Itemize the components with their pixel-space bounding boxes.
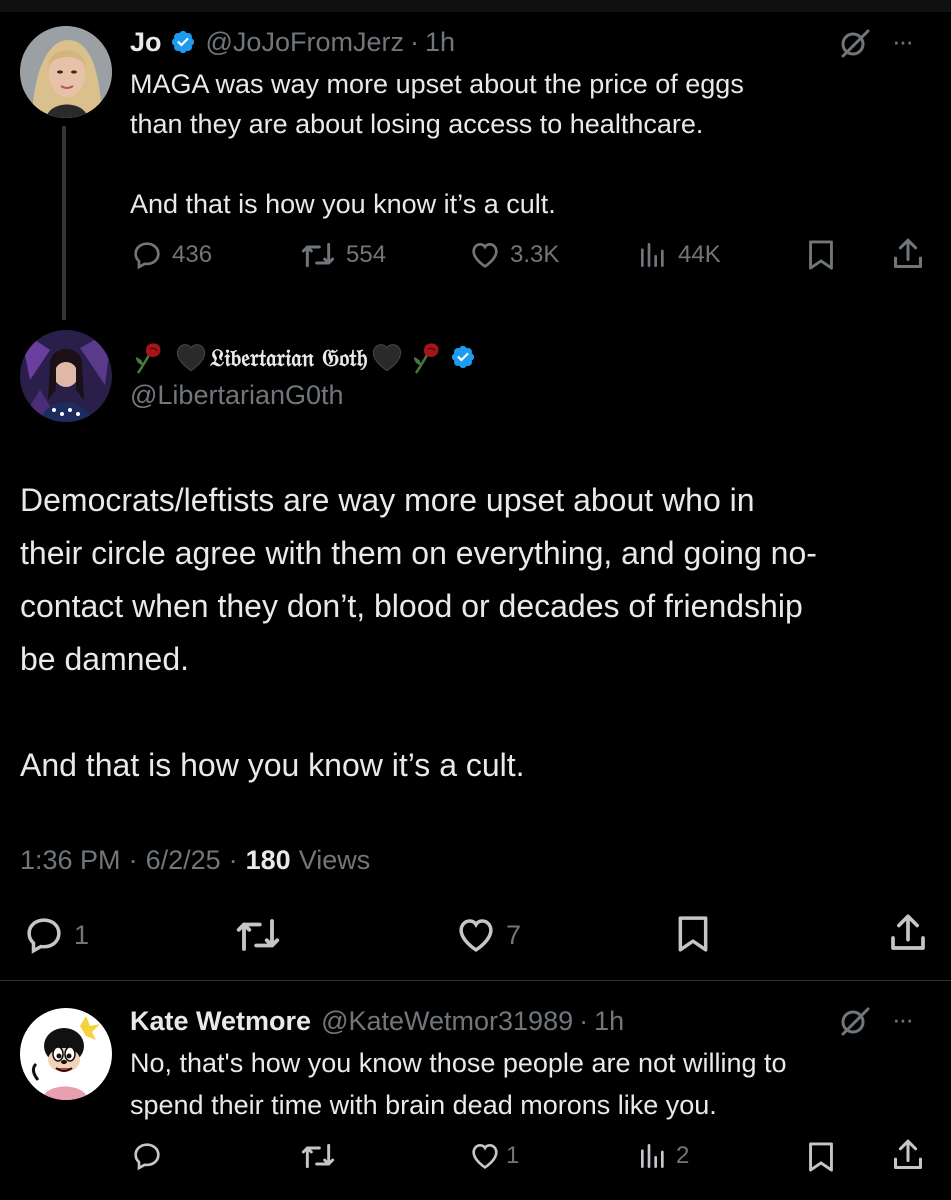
- black-heart-icon: [174, 342, 208, 372]
- views-icon: [636, 1140, 670, 1172]
- heart-icon: [454, 914, 498, 956]
- heart-icon: [468, 1140, 502, 1172]
- views-label[interactable]: Views: [299, 845, 371, 876]
- share-button[interactable]: [888, 910, 928, 956]
- like-count: 3.3K: [510, 241, 560, 268]
- repost-icon: [298, 239, 338, 271]
- reply-icon: [130, 1140, 164, 1172]
- timestamp[interactable]: 1h: [594, 1006, 624, 1037]
- author-handle[interactable]: @LibertarianG0th: [130, 380, 344, 411]
- tweet-text-line: And that is how you know it’s a cult.: [130, 189, 556, 219]
- share-icon: [891, 914, 925, 950]
- reply-button[interactable]: [130, 1140, 164, 1172]
- bookmark-icon: [678, 916, 708, 952]
- timestamp[interactable]: 1h: [425, 27, 455, 58]
- tweet-text-line: their circle agree with them on everythi…: [20, 535, 817, 571]
- avatar-libertarian-goth[interactable]: [20, 330, 112, 422]
- author-handle[interactable]: @JoJoFromJerz: [206, 27, 404, 58]
- heart-icon: [468, 239, 502, 271]
- bookmark-button[interactable]: [805, 238, 837, 272]
- separator-dot: ·: [579, 1005, 589, 1036]
- repost-count: 554: [346, 241, 387, 268]
- author-name[interactable]: Kate Wetmore: [130, 1006, 311, 1037]
- grok-icon[interactable]: [838, 1006, 872, 1036]
- verified-badge-icon: [450, 344, 476, 370]
- repost-button[interactable]: 554: [298, 238, 386, 272]
- repost-icon: [232, 914, 284, 956]
- like-button[interactable]: 7: [454, 914, 521, 956]
- post-date[interactable]: 6/2/25: [146, 845, 221, 876]
- grok-icon[interactable]: [838, 28, 872, 58]
- repost-button[interactable]: [298, 1140, 338, 1172]
- black-heart-icon: [370, 342, 404, 372]
- views-count: 180: [245, 845, 291, 875]
- tweet-text-line: No, that's how you know those people are…: [130, 1048, 787, 1078]
- views-count: 44K: [678, 241, 721, 268]
- tweet-text: MAGA was way more upset about the price …: [130, 64, 744, 224]
- views-button[interactable]: 2: [636, 1140, 689, 1172]
- tweet-text-line: be damned.: [20, 641, 190, 677]
- like-button[interactable]: 1: [468, 1140, 519, 1172]
- separator-dot: ·: [409, 26, 419, 57]
- author-name[interactable]: Jo: [130, 27, 162, 58]
- bookmark-icon: [809, 1142, 833, 1172]
- share-button[interactable]: [891, 1137, 925, 1173]
- reply-count: 436: [172, 241, 213, 268]
- reply-button[interactable]: 436: [130, 238, 212, 272]
- views-button[interactable]: 44K: [636, 238, 721, 272]
- top-divider: [0, 0, 951, 12]
- like-count: 7: [506, 919, 522, 950]
- tweet-text-line: And that is how you know it’s a cult.: [20, 747, 525, 783]
- rose-icon: [130, 339, 166, 375]
- tweet-text-line: Democrats/leftists are way more upset ab…: [20, 482, 755, 518]
- share-icon: [894, 1139, 922, 1169]
- reply-button[interactable]: 1: [22, 914, 89, 956]
- like-button[interactable]: 3.3K: [468, 238, 559, 272]
- views-count: 2: [676, 1142, 690, 1169]
- reply-icon: [130, 239, 164, 271]
- thread-line: [62, 126, 66, 320]
- views-icon: [636, 239, 670, 271]
- tweet-text-line: contact when they don’t, blood or decade…: [20, 588, 803, 624]
- share-icon: [894, 238, 922, 268]
- separator-dot: ·: [228, 845, 238, 875]
- tweet-text-line: MAGA was way more upset about the price …: [130, 69, 744, 99]
- more-options-icon[interactable]: ···: [892, 1004, 914, 1035]
- more-options-icon[interactable]: ···: [892, 26, 914, 57]
- post-time[interactable]: 1:36 PM: [20, 845, 121, 876]
- verified-badge-icon: [170, 29, 196, 55]
- divider: [0, 980, 951, 981]
- repost-button[interactable]: [232, 914, 284, 956]
- tweet-text-line: spend their time with brain dead morons …: [130, 1090, 717, 1120]
- bookmark-icon: [809, 240, 833, 270]
- author-name[interactable]: 𝔏𝔦𝔟𝔢𝔯𝔱𝔞𝔯𝔦𝔞𝔫 𝔊𝔬𝔱𝔥: [210, 343, 368, 372]
- tweet-text: No, that's how you know those people are…: [130, 1042, 787, 1126]
- tweet-meta: 1:36 PM · 6/2/25 · 180 Views: [20, 845, 370, 876]
- share-button[interactable]: [891, 236, 925, 272]
- tweet-text-line: than they are about losing access to hea…: [130, 109, 704, 139]
- reply-icon: [22, 914, 66, 956]
- like-count: 1: [506, 1142, 520, 1169]
- tweet-text: Democrats/leftists are way more upset ab…: [20, 474, 817, 792]
- avatar-kate-wetmore[interactable]: [20, 1008, 112, 1100]
- author-handle[interactable]: @KateWetmor31989: [321, 1006, 573, 1037]
- reply-count: 1: [74, 919, 90, 950]
- repost-icon: [298, 1140, 338, 1172]
- separator-dot: ·: [128, 845, 138, 875]
- bookmark-button[interactable]: [805, 1140, 837, 1174]
- bookmark-button[interactable]: [674, 912, 712, 956]
- rose-icon: [408, 339, 444, 375]
- avatar-jo[interactable]: [20, 26, 112, 118]
